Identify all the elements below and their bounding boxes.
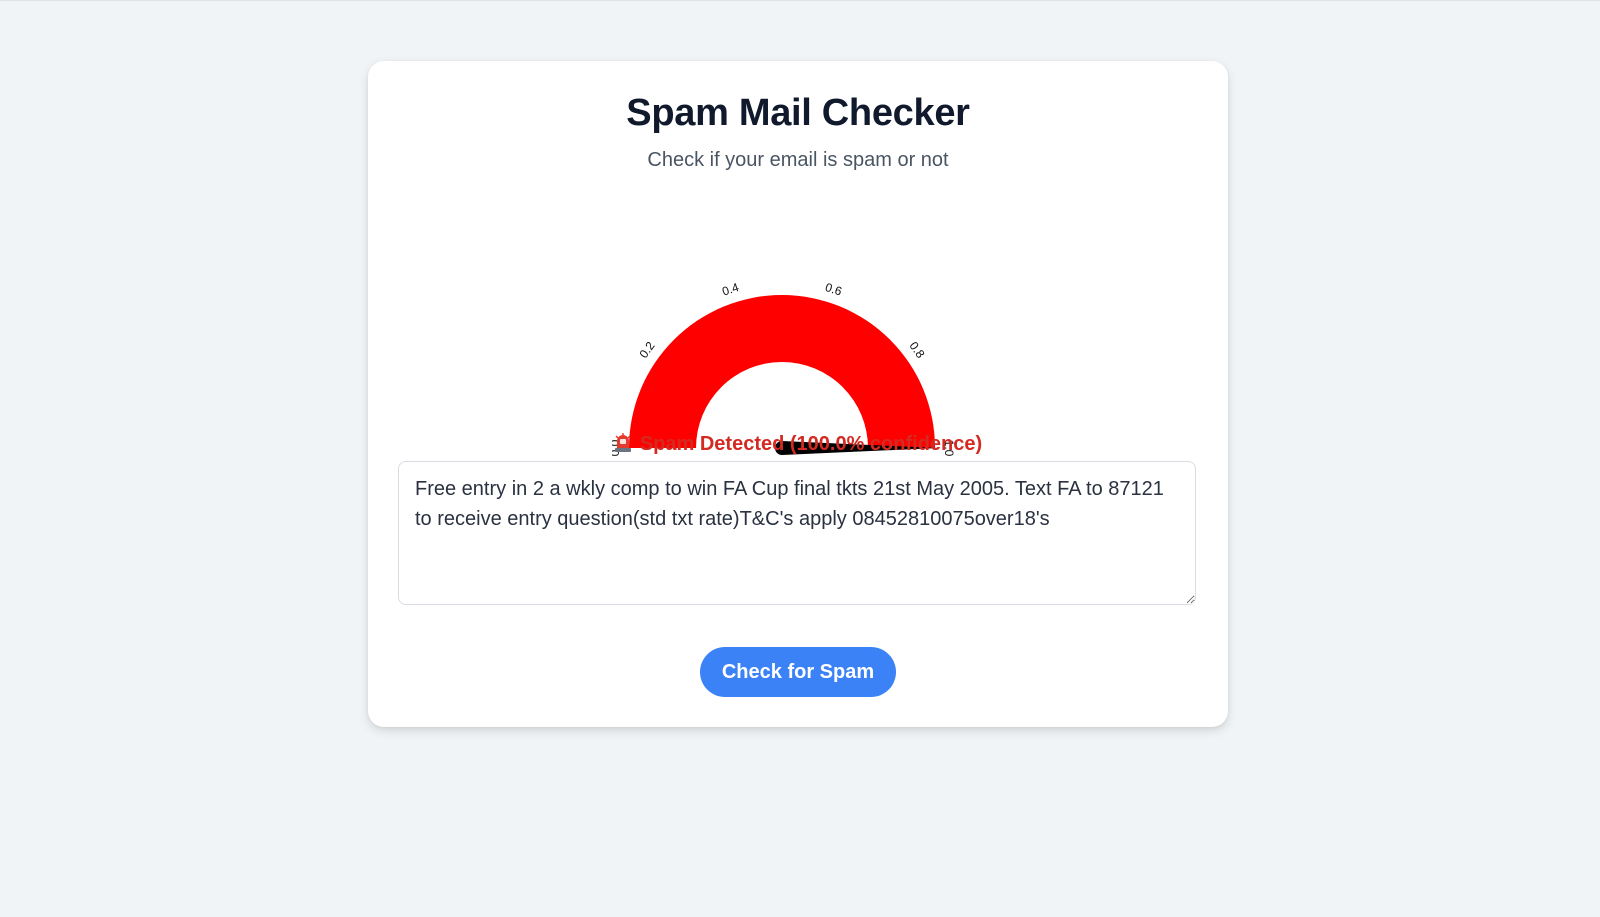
rotating-light-icon [614, 433, 631, 452]
page-title: Spam Mail Checker [626, 92, 970, 134]
email-text-input[interactable]: Free entry in 2 a wkly comp to win FA Cu… [398, 461, 1196, 605]
gauge-band [629, 295, 935, 448]
check-for-spam-button[interactable]: Check for Spam [700, 647, 896, 697]
gauge-tick-label: 0.2 [636, 339, 657, 361]
gauge-tick-label: 0.8 [906, 339, 927, 361]
result-text: Spam Detected (100.0% confidence) [639, 433, 983, 455]
page-subtitle: Check if your email is spam or not [647, 149, 949, 171]
spam-checker-card: Spam Mail Checker Check if your email is… [368, 61, 1228, 727]
gauge-tick-label: 0.4 [720, 280, 741, 299]
gauge-tick-label: 0.6 [823, 280, 844, 299]
result-message: Spam Detected (100.0% confidence) [368, 433, 1228, 456]
